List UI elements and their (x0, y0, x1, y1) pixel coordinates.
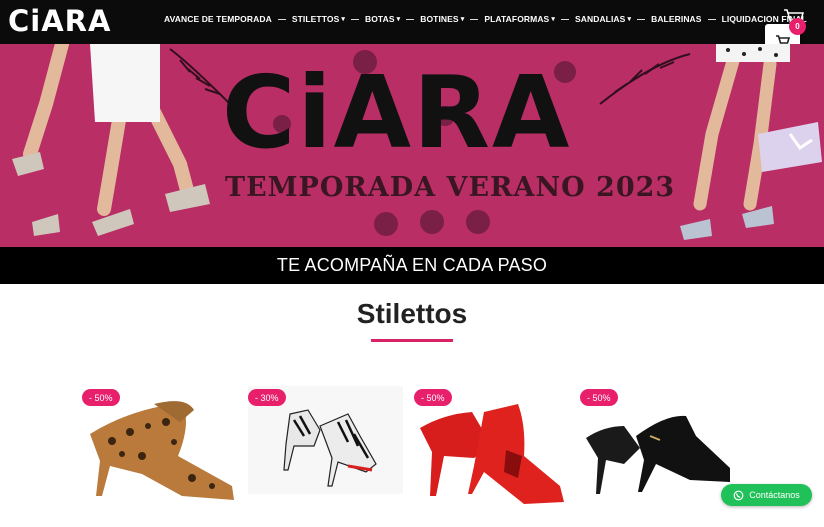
nav-item-plataformas[interactable]: PLATAFORMAS ▾ (484, 14, 555, 24)
nav-item-botas[interactable]: BOTAS ▾ (365, 14, 400, 24)
zebra-stiletto-image (248, 386, 403, 494)
product-card[interactable]: - 50% (82, 386, 237, 522)
nav-item-sandalias[interactable]: SANDALIAS ▾ (575, 14, 631, 24)
section-title: Stilettos (356, 298, 468, 329)
hero-banner[interactable]: CiARA TEMPORADA VERANO 2023 (0, 44, 824, 247)
nav-separator (637, 18, 646, 20)
product-card[interactable]: - 30% (248, 386, 403, 522)
nav-item-avance-de-temporada[interactable]: AVANCE DE TEMPORADA (164, 14, 272, 24)
nav-item-botines[interactable]: BOTINES ▾ (420, 14, 464, 24)
cart-count-badge: 0 (789, 18, 806, 35)
discount-badge: - 50% (414, 389, 452, 406)
red-stiletto-image (420, 404, 564, 504)
chevron-down-icon: ▾ (627, 16, 632, 23)
chevron-down-icon: ▾ (551, 16, 555, 23)
product-card[interactable]: - 50% (580, 386, 735, 522)
whatsapp-icon (733, 490, 744, 500)
nav-item-stilettos[interactable]: STILETTOS ▾ (292, 14, 345, 24)
chevron-down-icon: ▾ (341, 16, 345, 23)
nav-separator (277, 18, 286, 20)
black-stiletto-image (586, 415, 730, 494)
discount-badge: - 30% (248, 389, 286, 406)
nav-item-label: STILETTOS (291, 14, 340, 24)
hero-subtitle: TEMPORADA VERANO 2023 (225, 172, 676, 203)
nav-item-label: BALERINAS (651, 14, 702, 24)
hero-tagline: TE ACOMPAÑA EN CADA PASO (276, 255, 548, 275)
discount-badge: - 50% (82, 389, 120, 406)
nav-item-label: BOTINES (420, 14, 459, 24)
chevron-down-icon: ▾ (460, 16, 465, 23)
nav-separator (470, 18, 479, 20)
hero-brand-logo: CiARA (222, 54, 572, 171)
whatsapp-contact-button[interactable]: Contáctanos (721, 484, 812, 506)
whatsapp-label: Contáctanos (749, 490, 800, 500)
leopard-stiletto-image (90, 401, 234, 500)
nav-item-label: AVANCE DE TEMPORADA (164, 14, 272, 24)
nav-separator (707, 18, 716, 20)
chevron-down-icon: ▾ (396, 16, 401, 23)
nav-item-label: SANDALIAS (574, 14, 626, 24)
nav-item-balerinas[interactable]: BALERINAS (651, 14, 702, 24)
discount-badge: - 50% (580, 389, 618, 406)
nav-separator (560, 18, 569, 20)
nav-item-label: BOTAS (364, 14, 395, 24)
nav-separator (406, 18, 415, 20)
title-underline (371, 339, 453, 342)
hero-tagline-bar: TE ACOMPAÑA EN CADA PASO (0, 247, 824, 284)
product-card[interactable]: - 50% (414, 386, 569, 522)
nav-item-label: PLATAFORMAS (484, 14, 550, 24)
main-nav: AVANCE DE TEMPORADA STILETTOS ▾ BOTAS ▾ BO… (164, 14, 807, 24)
nav-separator (350, 18, 359, 20)
site-logo[interactable]: CiARA (8, 4, 111, 38)
